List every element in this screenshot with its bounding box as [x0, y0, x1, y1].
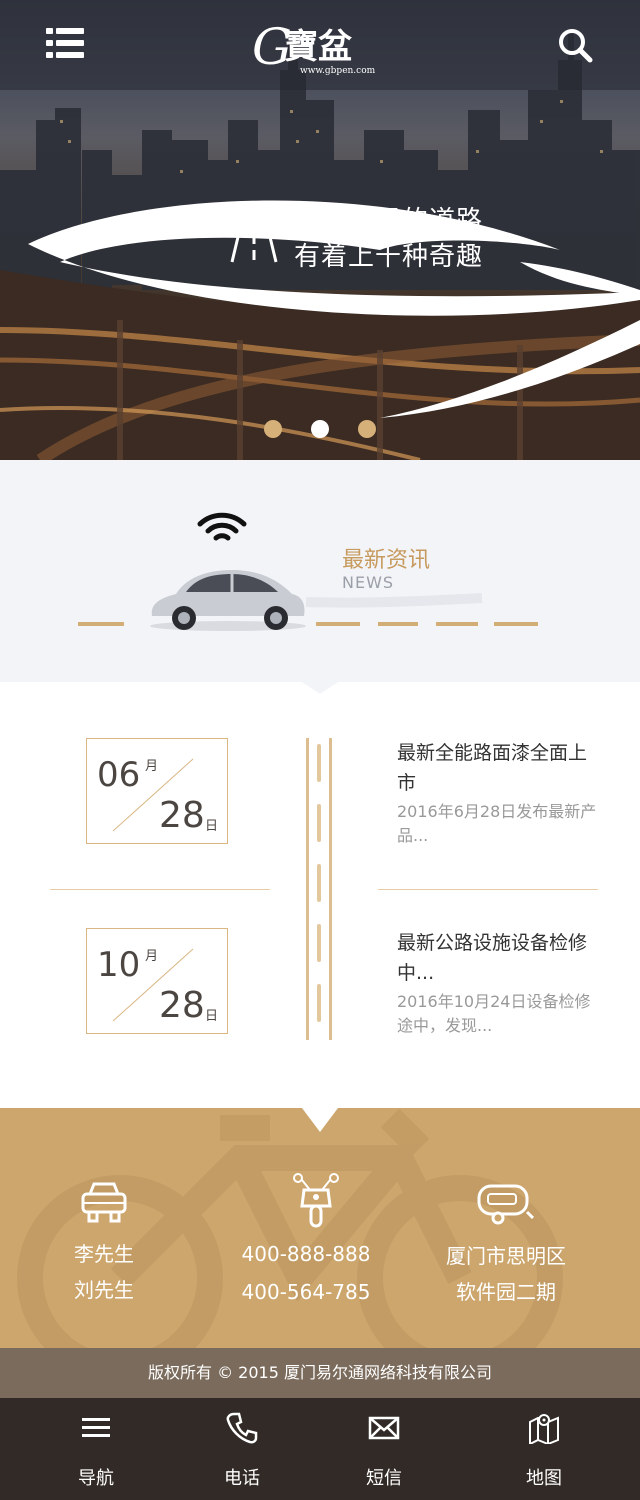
contact-phone-1[interactable]: 400-888-888: [206, 1236, 406, 1272]
phone-icon: [226, 1412, 258, 1444]
carousel-indicators: [264, 420, 376, 438]
hero-banner: G 寶盆 www.gbpen.com 上千英里的道路 有着上千种奇趣: [0, 0, 640, 460]
divider: [378, 889, 598, 890]
news-date-badge: 10 月 28 日: [86, 928, 228, 1034]
road-divider: [306, 738, 332, 1040]
news-day: 28: [159, 985, 205, 1026]
news-section-subtitle: NEWS: [342, 573, 395, 592]
svg-text:寶盆: 寶盆: [284, 27, 352, 67]
envelope-icon: [368, 1416, 400, 1440]
slogan-line-2: 有着上千种奇趣: [294, 242, 484, 272]
nav-item-navigation[interactable]: 导航: [26, 1398, 166, 1500]
nav-label: 地图: [526, 1468, 562, 1489]
wifi-icon: [197, 512, 247, 541]
road-icon: [224, 210, 284, 263]
news-item-title[interactable]: 最新公路设施设备检修中...: [397, 928, 597, 988]
nav-label: 短信: [366, 1468, 402, 1489]
bottom-nav: 导航 电话 短信 地图: [0, 1398, 640, 1500]
hamburger-icon: [82, 1418, 110, 1437]
contact-address-2: 软件园二期: [456, 1280, 556, 1304]
divider: [50, 889, 270, 890]
menu-button[interactable]: [46, 28, 84, 60]
nav-item-map[interactable]: 地图: [474, 1398, 614, 1500]
news-item-title[interactable]: 最新全能路面漆全面上市: [397, 738, 597, 798]
news-day-unit: 日: [205, 1009, 219, 1024]
brand-logo[interactable]: G 寶盆 www.gbpen.com: [250, 14, 380, 80]
logo-url-text: www.gbpen.com: [300, 66, 376, 76]
news-month: 06: [97, 755, 141, 795]
list-menu-icon: [46, 28, 84, 34]
contact-section: 李先生 刘先生 400-888-888 400-564-785 厦门市思明区 软…: [0, 1108, 640, 1348]
news-month-unit: 月: [145, 759, 159, 774]
news-section-header: 最新资讯 NEWS: [0, 460, 640, 682]
news-date-badge: 06 月 28 日: [86, 738, 228, 844]
caravan-icon: [477, 1184, 534, 1225]
copyright-bar: 版权所有 © 2015 厦门易尔通网络科技有限公司: [0, 1348, 640, 1398]
motorcycle-icon: [293, 1173, 339, 1228]
search-icon: [559, 29, 593, 63]
news-list: 06 月 28 日 最新全能路面漆全面上市 2016年6月28日发布最新产品..…: [0, 682, 640, 1108]
contact-person-2: 刘先生: [74, 1278, 134, 1302]
banner-slogan: 上千英里的道路 有着上千种奇趣: [222, 200, 512, 272]
slogan-line-1: 上千英里的道路: [294, 206, 484, 236]
news-item-desc: 2016年6月28日发布最新产品...: [397, 802, 597, 845]
news-section-title: 最新资讯: [342, 548, 431, 573]
news-month: 10: [97, 945, 141, 985]
nav-label: 电话: [224, 1468, 260, 1489]
contact-address-1: 厦门市思明区: [446, 1244, 566, 1268]
nav-item-phone[interactable]: 电话: [172, 1398, 312, 1500]
search-button[interactable]: [557, 27, 593, 63]
news-day: 28: [159, 795, 205, 836]
nav-label: 导航: [78, 1468, 114, 1489]
contact-phone-2[interactable]: 400-564-785: [206, 1274, 406, 1310]
contact-person-1: 李先生: [74, 1242, 134, 1266]
car-front-icon: [81, 1182, 127, 1223]
news-month-unit: 月: [145, 949, 159, 964]
news-item-desc: 2016年10月24日设备检修途中，发现...: [397, 992, 591, 1035]
news-day-unit: 日: [205, 819, 219, 834]
carousel-dot-1[interactable]: [264, 420, 282, 438]
carousel-dot-2[interactable]: [311, 420, 329, 438]
nav-item-sms[interactable]: 短信: [314, 1398, 454, 1500]
map-icon: [529, 1414, 559, 1444]
carousel-dot-3[interactable]: [358, 420, 376, 438]
